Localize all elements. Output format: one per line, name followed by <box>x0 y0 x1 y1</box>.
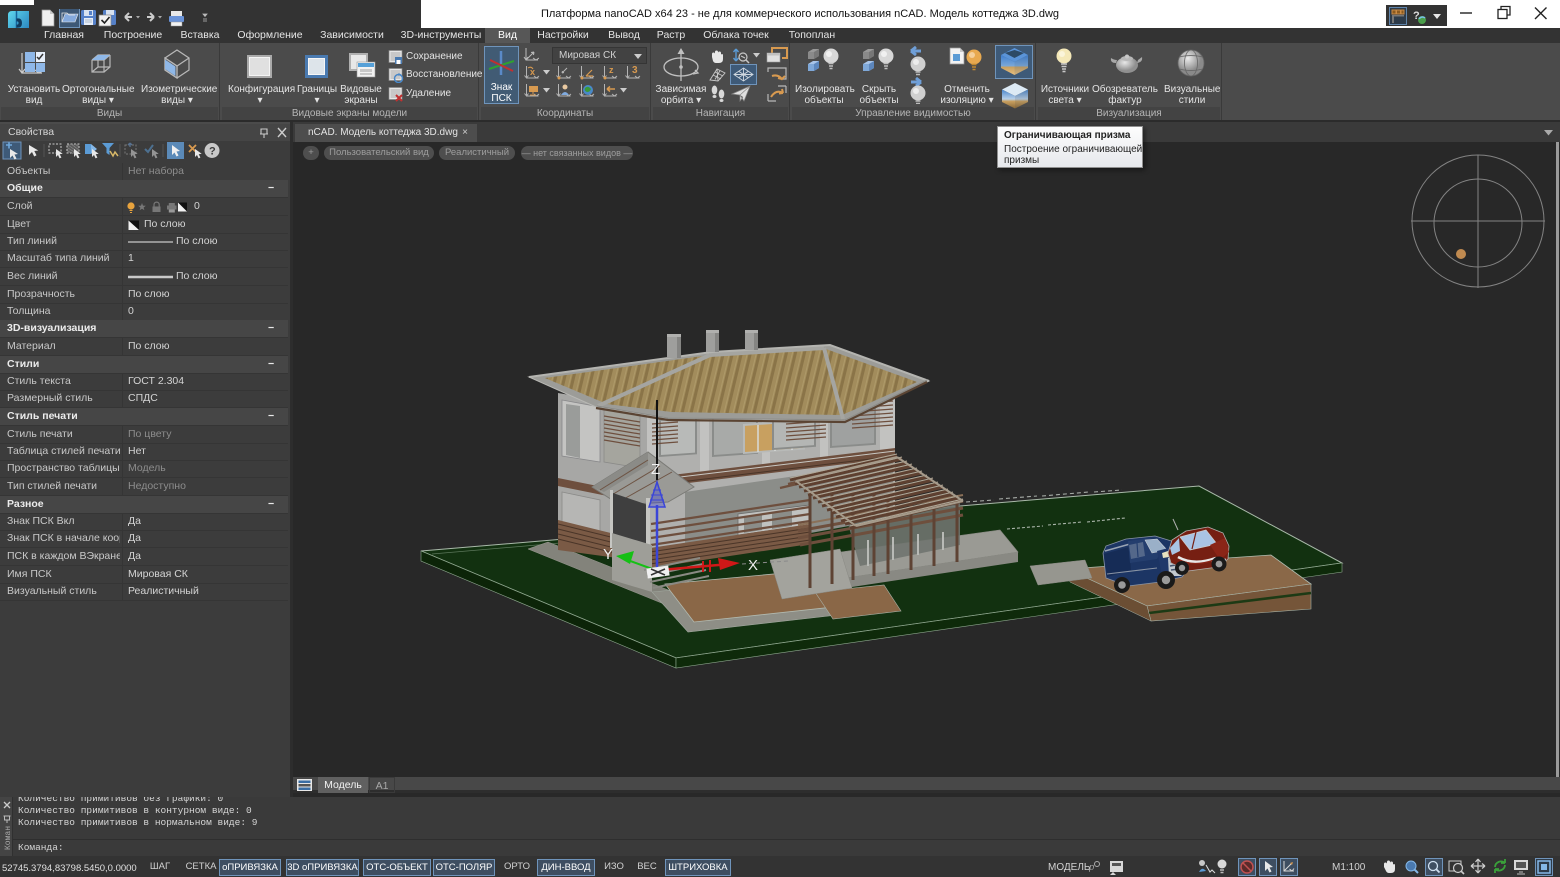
svg-text:X: X <box>748 557 758 574</box>
svg-text:𝑝: 𝑝 <box>1089 862 1094 872</box>
svg-text:3: 3 <box>632 65 638 76</box>
svg-text:Z: Z <box>651 461 660 478</box>
svg-text:Y: Y <box>603 546 613 563</box>
svg-text:?: ? <box>209 146 216 158</box>
svg-text:z: z <box>609 65 614 75</box>
svg-text:Коман: Коман <box>4 826 13 850</box>
